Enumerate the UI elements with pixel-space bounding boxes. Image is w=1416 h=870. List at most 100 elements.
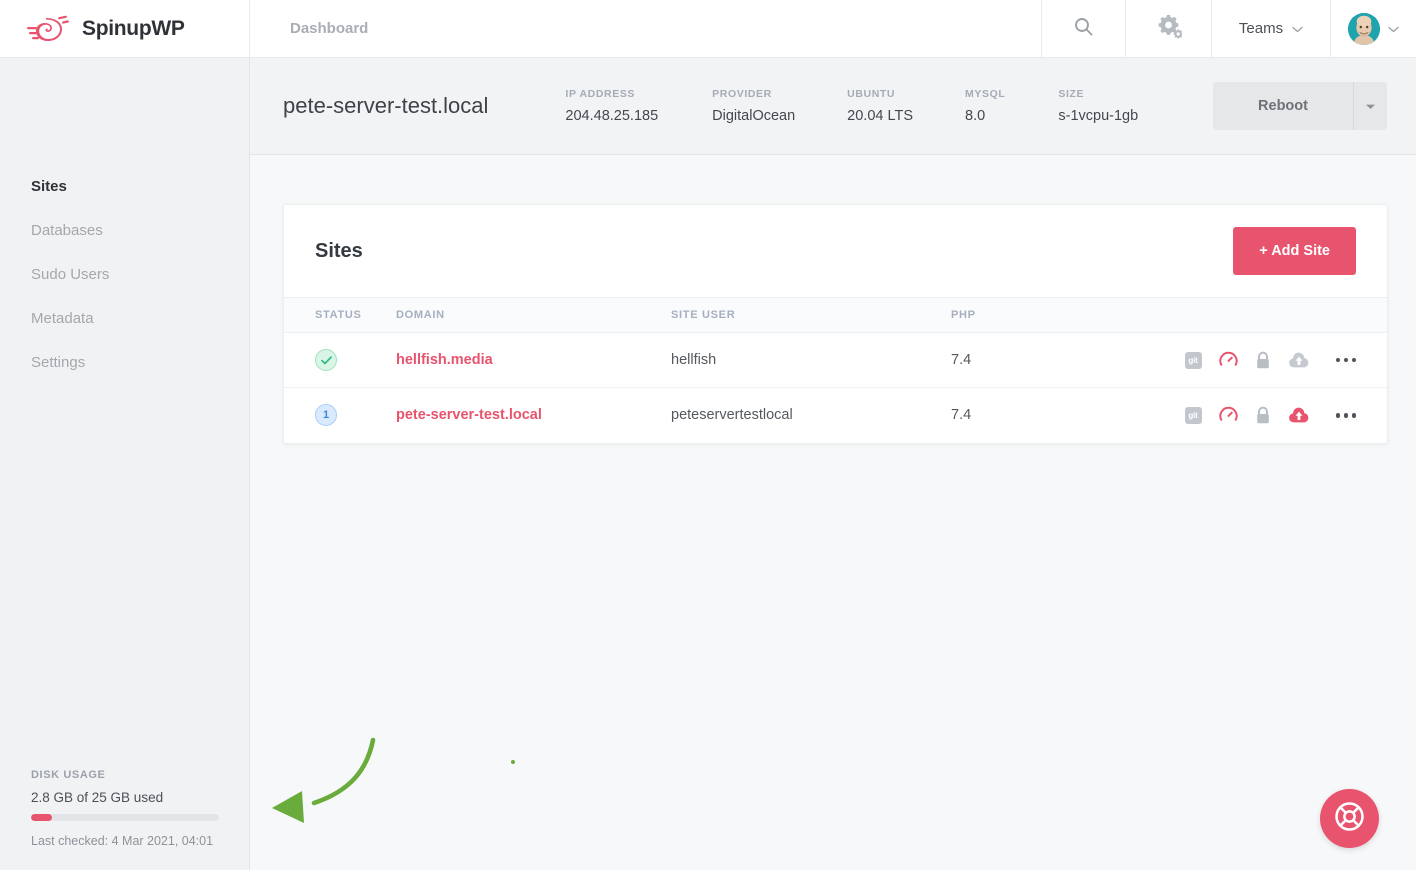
meta-label: SIZE (1058, 88, 1085, 100)
annotation-dot (511, 760, 515, 764)
sites-table: STATUS DOMAIN SITE USER PHP hellfish.med… (284, 297, 1387, 443)
column-header-php: PHP (951, 297, 1181, 333)
more-options-icon[interactable] (1335, 357, 1356, 363)
row-site-user-cell: hellfish (671, 332, 951, 388)
sidebar-item-settings[interactable]: Settings (0, 340, 249, 384)
column-header-status: STATUS (284, 297, 396, 333)
teams-label: Teams (1238, 20, 1284, 37)
reboot-control: Reboot (1213, 82, 1387, 130)
sidebar-item-label: Sites (31, 177, 67, 195)
row-domain-cell: pete-server-test.local (396, 388, 671, 443)
search-icon (1074, 17, 1093, 41)
sidebar-item-sites[interactable]: Sites (0, 164, 249, 208)
sites-card-header: Sites + Add Site (284, 205, 1387, 297)
more-options-icon[interactable] (1335, 413, 1356, 418)
meta-value: DigitalOcean (712, 108, 796, 124)
cloud-upload-icon[interactable] (1288, 352, 1310, 369)
speedometer-icon[interactable] (1218, 406, 1238, 425)
sites-card-title: Sites (315, 239, 363, 262)
row-status-cell (284, 332, 396, 388)
site-domain-link[interactable]: hellfish.media (396, 352, 493, 368)
git-icon[interactable]: git (1184, 351, 1202, 369)
settings-button[interactable] (1125, 0, 1211, 57)
sidebar-item-sudo-users[interactable]: Sudo Users (0, 252, 249, 296)
sidebar-item-label: Databases (31, 221, 103, 239)
teams-menu[interactable]: Teams (1211, 0, 1330, 57)
row-actions-cell: git (1181, 388, 1387, 443)
user-menu[interactable] (1330, 0, 1416, 57)
meta-label: UBUNTU (847, 88, 896, 100)
row-php-cell: 7.4 (951, 332, 1181, 388)
reboot-button[interactable]: Reboot (1213, 82, 1353, 130)
chevron-down-icon (1292, 20, 1303, 37)
disk-usage-panel: DISK USAGE 2.8 GB of 25 GB used Last che… (31, 769, 221, 848)
table-row[interactable]: hellfish.media hellfish 7.4 git (284, 332, 1387, 388)
site-domain-link[interactable]: pete-server-test.local (396, 407, 542, 423)
green-curved-arrow (262, 728, 532, 838)
row-domain-cell: hellfish.media (396, 332, 671, 388)
sidebar-item-label: Settings (31, 353, 86, 371)
app-root: SpinupWP Dashboard Teams Sites Databases… (0, 0, 1416, 870)
cloud-upload-icon[interactable] (1288, 407, 1310, 424)
reboot-dropdown-button[interactable] (1353, 82, 1387, 130)
row-action-group: git (1184, 351, 1356, 370)
sidebar-item-label: Sudo Users (31, 265, 110, 283)
column-header-domain: DOMAIN (396, 297, 671, 333)
server-meta-mysql: MYSQL 8.0 (965, 88, 1005, 124)
row-status-cell: 1 (284, 388, 396, 443)
chevron-down-icon (1388, 20, 1399, 38)
table-header-row: STATUS DOMAIN SITE USER PHP (284, 297, 1387, 333)
spinupwp-logo-icon (26, 14, 72, 44)
meta-label: IP ADDRESS (565, 88, 636, 100)
meta-label: PROVIDER (712, 88, 772, 100)
sites-table-header: STATUS DOMAIN SITE USER PHP (284, 297, 1387, 333)
row-action-group: git (1184, 406, 1356, 425)
gear-icon (1156, 13, 1183, 44)
sites-table-body: hellfish.media hellfish 7.4 git 1 pete-s… (284, 332, 1387, 443)
disk-usage-value: 2.8 GB of 25 GB used (31, 790, 164, 805)
row-actions-cell: git (1181, 332, 1387, 388)
meta-value: s-1vcpu-1gb (1058, 108, 1139, 124)
server-meta-provider: PROVIDER DigitalOcean (712, 88, 795, 124)
git-icon[interactable]: git (1184, 406, 1202, 424)
row-site-user-cell: peteservertestlocal (671, 407, 793, 424)
sidebar: Sites Databases Sudo Users Metadata Sett… (0, 58, 250, 870)
meta-value: 20.04 LTS (847, 108, 914, 124)
sidebar-item-databases[interactable]: Databases (0, 208, 249, 252)
server-meta-ip: IP ADDRESS 204.48.25.185 (565, 88, 658, 124)
meta-value: 204.48.25.185 (565, 108, 659, 124)
table-row[interactable]: 1 pete-server-test.local peteservertestl… (284, 388, 1387, 443)
server-meta-ubuntu: UBUNTU 20.04 LTS (847, 88, 913, 124)
meta-label: MYSQL (965, 88, 1006, 100)
lock-icon[interactable] (1255, 406, 1271, 425)
lock-icon[interactable] (1255, 351, 1271, 370)
column-header-actions (1181, 297, 1387, 333)
server-meta-size: SIZE s-1vcpu-1gb (1058, 88, 1138, 124)
sidebar-item-label: Metadata (31, 309, 94, 327)
server-name: pete-server-test.local (283, 93, 489, 118)
speedometer-icon[interactable] (1218, 351, 1238, 370)
disk-usage-bar-fill (31, 814, 53, 821)
server-header: pete-server-test.local IP ADDRESS 204.48… (250, 58, 1416, 155)
search-button[interactable] (1041, 0, 1125, 57)
top-bar: SpinupWP Dashboard Teams (0, 0, 1416, 58)
meta-value: 8.0 (965, 108, 986, 124)
status-badge (315, 349, 337, 371)
status-badge: 1 (315, 404, 337, 427)
disk-usage-bar (31, 814, 219, 821)
brand-name: SpinupWP (82, 16, 185, 40)
brand-logo-area[interactable]: SpinupWP (0, 0, 250, 57)
check-icon (320, 355, 332, 364)
sites-card: Sites + Add Site STATUS DOMAIN SITE USER… (283, 204, 1388, 444)
sidebar-item-metadata[interactable]: Metadata (0, 296, 249, 340)
column-header-site-user: SITE USER (671, 297, 951, 333)
disk-usage-heading: DISK USAGE (31, 769, 106, 781)
avatar (1348, 12, 1380, 45)
life-ring-icon (1334, 801, 1365, 837)
row-php-cell: 7.4 (951, 407, 972, 424)
page-title: Dashboard (290, 20, 369, 37)
caret-down-icon (1365, 97, 1376, 115)
add-site-button[interactable]: + Add Site (1233, 227, 1356, 275)
disk-last-checked: Last checked: 4 Mar 2021, 04:01 (31, 834, 214, 848)
support-button[interactable] (1320, 789, 1379, 848)
